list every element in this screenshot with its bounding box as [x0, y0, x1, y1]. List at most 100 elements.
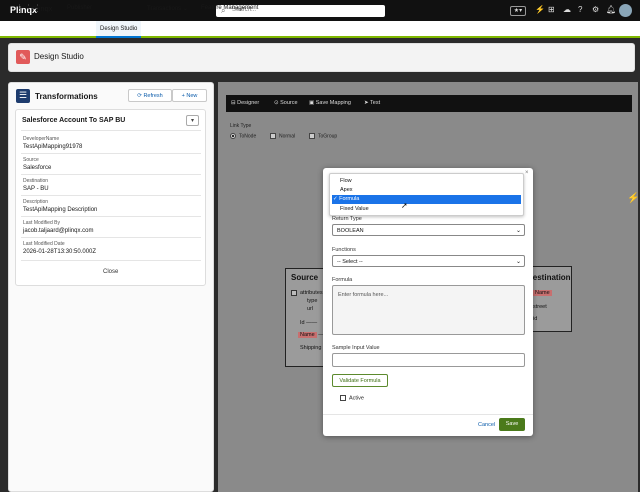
- divider: [323, 414, 533, 415]
- save-button[interactable]: Save: [499, 418, 525, 431]
- bell-icon[interactable]: 🔔︎: [606, 5, 616, 14]
- link-type-togroup[interactable]: ToGroup: [309, 133, 337, 139]
- field-label: Name: [298, 332, 317, 338]
- tab-label: Transactions: [147, 6, 182, 12]
- close-button[interactable]: Close: [103, 269, 118, 275]
- save-mapping-button[interactable]: ▣ Save Mapping: [309, 100, 351, 106]
- refresh-label: Refresh: [143, 93, 163, 99]
- source-node-title: Source: [291, 273, 319, 282]
- radio-label: ToNode: [239, 133, 257, 140]
- checkbox-icon[interactable]: [291, 290, 297, 296]
- field-value: TestApiMapping91978: [23, 144, 83, 150]
- validate-formula-button[interactable]: Validate Formula: [332, 374, 388, 387]
- source-tab[interactable]: ⊙ Source: [274, 100, 298, 106]
- source-field: Shipping: [300, 345, 322, 351]
- source-field: Id ——: [300, 320, 318, 326]
- divider: [21, 195, 201, 196]
- field-label: Name: [533, 290, 552, 296]
- destination-field: street: [533, 304, 547, 310]
- field-value: SAP - BU: [23, 186, 49, 192]
- active-checkbox[interactable]: Active: [340, 395, 364, 401]
- return-type-label: Return Type: [332, 216, 362, 222]
- chevron-down-icon: ▾: [190, 118, 194, 124]
- pencil-icon: ✎: [16, 50, 30, 64]
- avatar[interactable]: [619, 4, 632, 17]
- cloud-icon[interactable]: ☁: [563, 5, 571, 14]
- field-value: TestApiMapping Description: [23, 207, 98, 213]
- source-field: attributes: [300, 290, 323, 296]
- chevron-down-icon: ⌄: [515, 228, 521, 234]
- close-icon[interactable]: ×: [525, 170, 529, 176]
- field-label: Source: [23, 157, 39, 163]
- option-formula[interactable]: ✓ Formula: [332, 195, 521, 204]
- checkmark-icon: ✓: [333, 196, 338, 202]
- new-button[interactable]: + New: [172, 89, 207, 102]
- tab-feature-management[interactable]: Feature Management: [201, 5, 258, 11]
- radio-label: ToGroup: [318, 133, 338, 140]
- chevron-down-icon: ⌄: [182, 6, 188, 12]
- option-apex[interactable]: Apex: [332, 186, 521, 195]
- field-label: Destination: [23, 178, 49, 184]
- save-icon: ▣: [309, 100, 315, 106]
- formula-textarea[interactable]: Enter formula here...: [332, 285, 525, 335]
- mouse-pointer-icon: ➚: [401, 201, 408, 210]
- functions-label: Functions: [332, 247, 356, 253]
- cancel-button[interactable]: Cancel: [478, 422, 495, 428]
- card-title: Salesforce Account To SAP BU: [22, 117, 126, 124]
- field-label: Last Modified Date: [23, 241, 65, 247]
- save-mapping-label: Save Mapping: [315, 100, 351, 106]
- divider: [21, 216, 201, 217]
- field-label: Id: [300, 320, 305, 326]
- send-icon: ➤: [364, 100, 369, 106]
- destination-field: id: [533, 316, 538, 322]
- source-field: type: [307, 298, 318, 304]
- app-name: Plinqx: [32, 4, 53, 13]
- tab-transactions[interactable]: Transactions ⌄: [147, 5, 188, 12]
- link-type-normal[interactable]: Normal: [270, 133, 295, 139]
- page-title: Design Studio: [34, 52, 84, 61]
- radio-selected-icon: [230, 133, 236, 139]
- return-type-select[interactable]: BOOLEAN ⌄: [332, 224, 525, 236]
- option-label: Formula: [339, 196, 360, 202]
- list-icon: ☰: [16, 89, 30, 103]
- tab-publisher[interactable]: Publisher: [67, 5, 92, 11]
- divider: [21, 153, 201, 154]
- option-flow[interactable]: Flow: [332, 177, 521, 186]
- tab-design-studio[interactable]: Design Studio: [96, 21, 142, 38]
- checkbox-icon: [340, 395, 346, 401]
- plus-icon: +: [181, 93, 185, 99]
- field-value: jacob.taljaard@plinqx.com: [23, 228, 94, 234]
- select-value: BOOLEAN: [337, 228, 364, 234]
- option-fixed-value[interactable]: Fixed Value: [332, 205, 521, 214]
- functions-select[interactable]: -- Select -- ⌄: [332, 255, 525, 267]
- page-header: ✎ Design Studio: [8, 43, 635, 72]
- panel-title: Transformations: [35, 92, 98, 101]
- link-type-label: Link Type: [230, 123, 252, 129]
- divider: [21, 174, 201, 175]
- designer-icon: ⊟: [231, 100, 236, 106]
- gear-icon[interactable]: ⚙: [592, 5, 599, 14]
- mapping-type-dropdown[interactable]: Flow Apex ✓ Formula Fixed Value: [329, 173, 524, 216]
- sample-input-field[interactable]: [332, 353, 525, 367]
- sample-input-label: Sample Input Value: [332, 345, 380, 351]
- grid-icon[interactable]: ⊞: [548, 5, 555, 14]
- bolt-icon[interactable]: ⚡: [627, 193, 639, 204]
- link-type-tonode[interactable]: ToNode: [230, 133, 256, 139]
- favorites-star-icon[interactable]: ★▾: [510, 6, 526, 16]
- designer-tab[interactable]: ⊟ Designer: [231, 100, 259, 106]
- destination-node-title: Destination: [527, 273, 571, 282]
- bolt-icon[interactable]: ⚡: [535, 5, 545, 14]
- tab-label: Design Studio: [100, 26, 138, 32]
- divider: [21, 237, 201, 238]
- field-value: Salesforce: [23, 165, 52, 171]
- refresh-icon: ⟳: [137, 93, 142, 99]
- designer-label: Designer: [237, 100, 260, 106]
- source-label: Source: [280, 100, 298, 106]
- help-icon[interactable]: ?: [578, 5, 582, 14]
- refresh-button[interactable]: ⟳ Refresh: [128, 89, 172, 102]
- test-label: Test: [370, 100, 381, 106]
- test-button[interactable]: ➤ Test: [364, 100, 380, 106]
- divider: [21, 130, 201, 131]
- field-label: Description: [23, 199, 49, 205]
- card-menu-button[interactable]: ▾: [186, 115, 199, 126]
